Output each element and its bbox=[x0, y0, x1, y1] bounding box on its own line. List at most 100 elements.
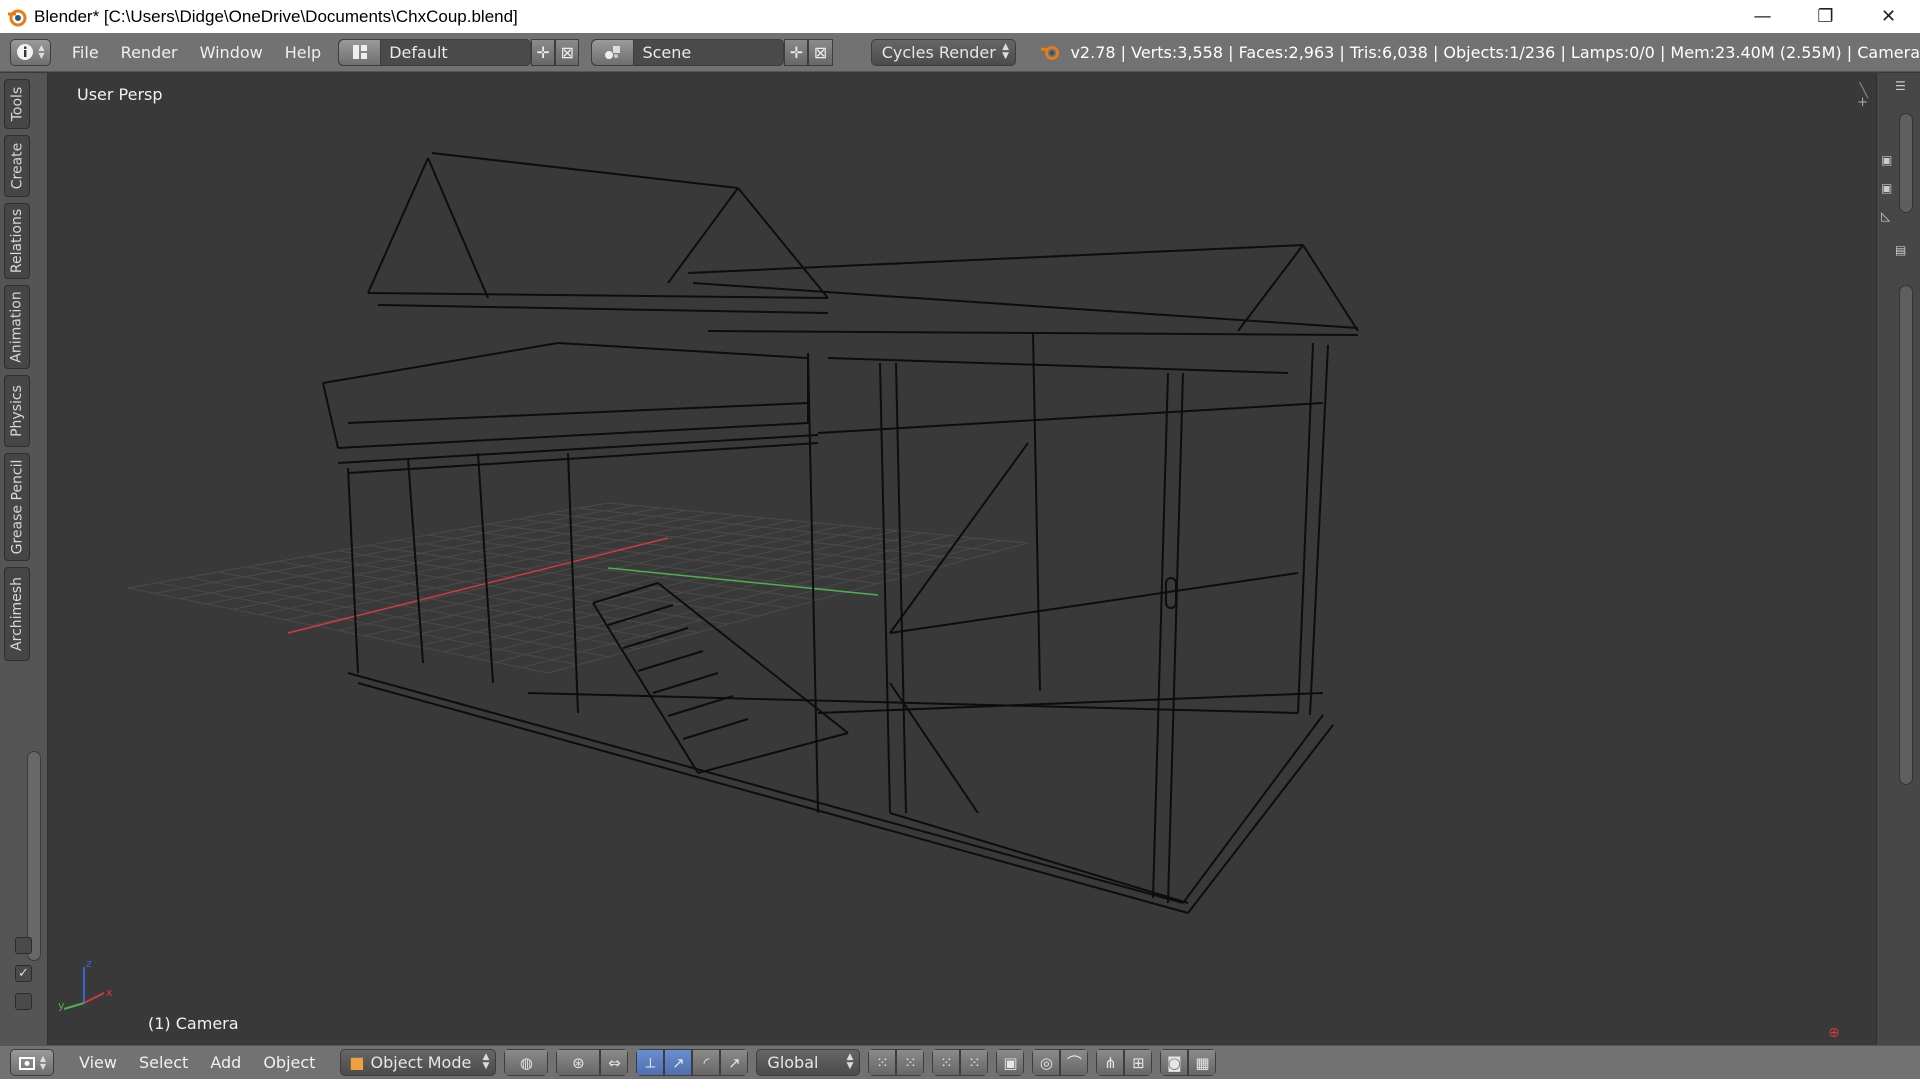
axes-icon: ⟂ bbox=[645, 1053, 656, 1072]
viewport-shading-button[interactable]: ◍ bbox=[504, 1049, 549, 1076]
transform-orientation-label[interactable]: Global bbox=[767, 1053, 818, 1072]
scene-icon[interactable]: ◺ bbox=[1881, 209, 1897, 223]
3d-view-icon bbox=[18, 1056, 35, 1070]
info-icon bbox=[17, 44, 34, 60]
layer-checkbox-3[interactable] bbox=[15, 993, 32, 1010]
layers-icon: ⁙ bbox=[940, 1053, 953, 1072]
transform-orientation-selector[interactable]: Global ▲ ▼ bbox=[756, 1049, 861, 1076]
scene-selector[interactable]: Scene bbox=[591, 38, 785, 66]
tab-tools[interactable]: Tools bbox=[4, 79, 30, 129]
tab-grease-pencil[interactable]: Grease Pencil bbox=[4, 453, 30, 561]
arrow-icon: ↗ bbox=[672, 1053, 685, 1072]
object-mode-icon: ■ bbox=[349, 1053, 365, 1072]
opengl-animation-button[interactable]: ▦ bbox=[1188, 1049, 1217, 1076]
layers-icon: ⁙ bbox=[904, 1053, 917, 1072]
layer-group-button-3[interactable]: ⁙ bbox=[932, 1049, 961, 1076]
snap-grid-icon: ⊞ bbox=[1132, 1053, 1145, 1072]
screen-layout-icon[interactable] bbox=[339, 39, 382, 65]
3d-cursor-icon[interactable]: ⊕ bbox=[1828, 1025, 1840, 1041]
lock-camera-button[interactable]: ▣ bbox=[996, 1049, 1025, 1076]
layer-checkbox-2[interactable]: ✓ bbox=[15, 965, 32, 982]
interaction-mode-label[interactable]: Object Mode bbox=[371, 1053, 472, 1072]
rotate-manipulator-button[interactable]: ◜ bbox=[692, 1049, 721, 1076]
pivot-point-button[interactable]: ⊛ bbox=[556, 1049, 601, 1076]
proportional-falloff-button[interactable]: ⌒ bbox=[1060, 1049, 1089, 1076]
active-object-label: (1) Camera bbox=[148, 1014, 239, 1033]
axis-z-label: z bbox=[86, 957, 92, 970]
window-title: Blender* [C:\Users\Didge\OneDrive\Docume… bbox=[34, 6, 518, 26]
close-button[interactable]: ✕ bbox=[1857, 0, 1920, 33]
wireframe-shading-icon: ◍ bbox=[519, 1053, 533, 1072]
outliner-icon[interactable]: ☰ bbox=[1895, 79, 1911, 93]
snap-toggle-button[interactable]: ⋔ bbox=[1096, 1049, 1125, 1076]
menu-view[interactable]: View bbox=[68, 1053, 128, 1072]
camera-icon[interactable]: ▣ bbox=[1881, 181, 1897, 195]
properties-scrollbar[interactable] bbox=[1899, 285, 1913, 785]
add-screen-button[interactable]: ✛ bbox=[531, 38, 556, 66]
tab-animation[interactable]: Animation bbox=[4, 285, 30, 369]
layers-icon: ⁙ bbox=[968, 1053, 981, 1072]
menu-file[interactable]: File bbox=[61, 43, 110, 62]
render-engine-selector[interactable]: Cycles Render ▲ ▼ bbox=[870, 38, 1017, 66]
render-engine-label[interactable]: Cycles Render bbox=[882, 43, 996, 62]
menu-select[interactable]: Select bbox=[128, 1053, 199, 1072]
snap-element-button[interactable]: ⊞ bbox=[1124, 1049, 1153, 1076]
window-titlebar: Blender* [C:\Users\Didge\OneDrive\Docume… bbox=[0, 0, 1920, 33]
scene-name[interactable]: Scene bbox=[634, 43, 691, 62]
interaction-mode-selector[interactable]: ■ Object Mode ▲ ▼ bbox=[340, 1049, 497, 1076]
screen-layout-name[interactable]: Default bbox=[381, 43, 447, 62]
3d-view-header: ▲ ▼ View Select Add Object ■ Object Mode … bbox=[0, 1045, 1920, 1079]
menu-window[interactable]: Window bbox=[189, 43, 274, 62]
wireframe-scene[interactable] bbox=[48, 73, 1876, 1045]
clapper-icon: ▦ bbox=[1195, 1053, 1210, 1072]
tab-relations[interactable]: Relations bbox=[4, 203, 30, 279]
updown-arrows-icon: ▲ ▼ bbox=[846, 1052, 854, 1071]
layer-checkbox-1[interactable] bbox=[15, 937, 32, 954]
camera-icon: ◙ bbox=[1167, 1053, 1182, 1072]
proportional-edit-button[interactable]: ◎ bbox=[1032, 1049, 1061, 1076]
tab-physics-label: Physics bbox=[9, 385, 25, 437]
move-manipulator-button[interactable]: ↗ bbox=[664, 1049, 693, 1076]
scale-manipulator-button[interactable]: ↗ bbox=[720, 1049, 749, 1076]
plus-icon[interactable]: + bbox=[1857, 95, 1868, 110]
3d-viewport[interactable]: User Persp (1) Camera z x y ╲ + ⊕ bbox=[48, 73, 1876, 1045]
floor-grid bbox=[127, 502, 1029, 674]
menu-help[interactable]: Help bbox=[274, 43, 332, 62]
layer-group-button-2[interactable]: ⁙ bbox=[896, 1049, 925, 1076]
tab-create[interactable]: Create bbox=[4, 135, 30, 197]
screen-layout-selector[interactable]: Default bbox=[338, 38, 531, 66]
outliner-scrollbar[interactable] bbox=[1899, 113, 1913, 213]
manipulator-toggle-button[interactable]: ⇔ bbox=[600, 1049, 629, 1076]
properties-icon[interactable]: ▤ bbox=[1895, 243, 1911, 257]
menu-render[interactable]: Render bbox=[110, 43, 189, 62]
opengl-render-button[interactable]: ◙ bbox=[1160, 1049, 1189, 1076]
plus-icon: ✛ bbox=[789, 42, 804, 62]
tool-shelf-scrollbar[interactable] bbox=[27, 751, 41, 961]
tab-archimesh[interactable]: Archimesh bbox=[4, 567, 30, 661]
translate-manipulator-button[interactable]: ⟂ bbox=[636, 1049, 665, 1076]
layer-group-button-1[interactable]: ⁙ bbox=[868, 1049, 897, 1076]
axis-y-label: y bbox=[58, 999, 65, 1012]
chicken-coop-wireframe[interactable] bbox=[322, 152, 1359, 914]
updown-arrows-icon: ▲ ▼ bbox=[482, 1052, 490, 1071]
axis-x-label: x bbox=[106, 986, 113, 999]
delete-screen-button[interactable]: ⊠ bbox=[555, 38, 580, 66]
minimize-button[interactable]: — bbox=[1731, 0, 1794, 33]
x-icon: ⊠ bbox=[813, 42, 828, 62]
scene-icon[interactable] bbox=[592, 39, 635, 65]
menu-object[interactable]: Object bbox=[252, 1053, 326, 1072]
pivot-icon: ⊛ bbox=[572, 1053, 585, 1072]
maximize-button[interactable]: ❐ bbox=[1794, 0, 1857, 33]
tool-shelf: Tools Create Relations Animation Physics… bbox=[0, 73, 48, 1045]
editor-type-button[interactable]: ▲ ▼ bbox=[10, 1049, 54, 1076]
add-scene-button[interactable]: ✛ bbox=[784, 38, 809, 66]
menu-add[interactable]: Add bbox=[199, 1053, 252, 1072]
tab-animation-label: Animation bbox=[9, 291, 25, 363]
info-header: ▲ ▼ File Render Window Help Default ✛ ⊠ S… bbox=[0, 33, 1920, 72]
editor-type-button[interactable]: ▲ ▼ bbox=[10, 38, 51, 66]
delete-scene-button[interactable]: ⊠ bbox=[808, 38, 833, 66]
proportional-icon: ◎ bbox=[1039, 1053, 1053, 1072]
tab-physics[interactable]: Physics bbox=[4, 375, 30, 447]
render-layer-icon[interactable]: ▣ bbox=[1881, 153, 1897, 167]
layer-group-button-4[interactable]: ⁙ bbox=[960, 1049, 989, 1076]
